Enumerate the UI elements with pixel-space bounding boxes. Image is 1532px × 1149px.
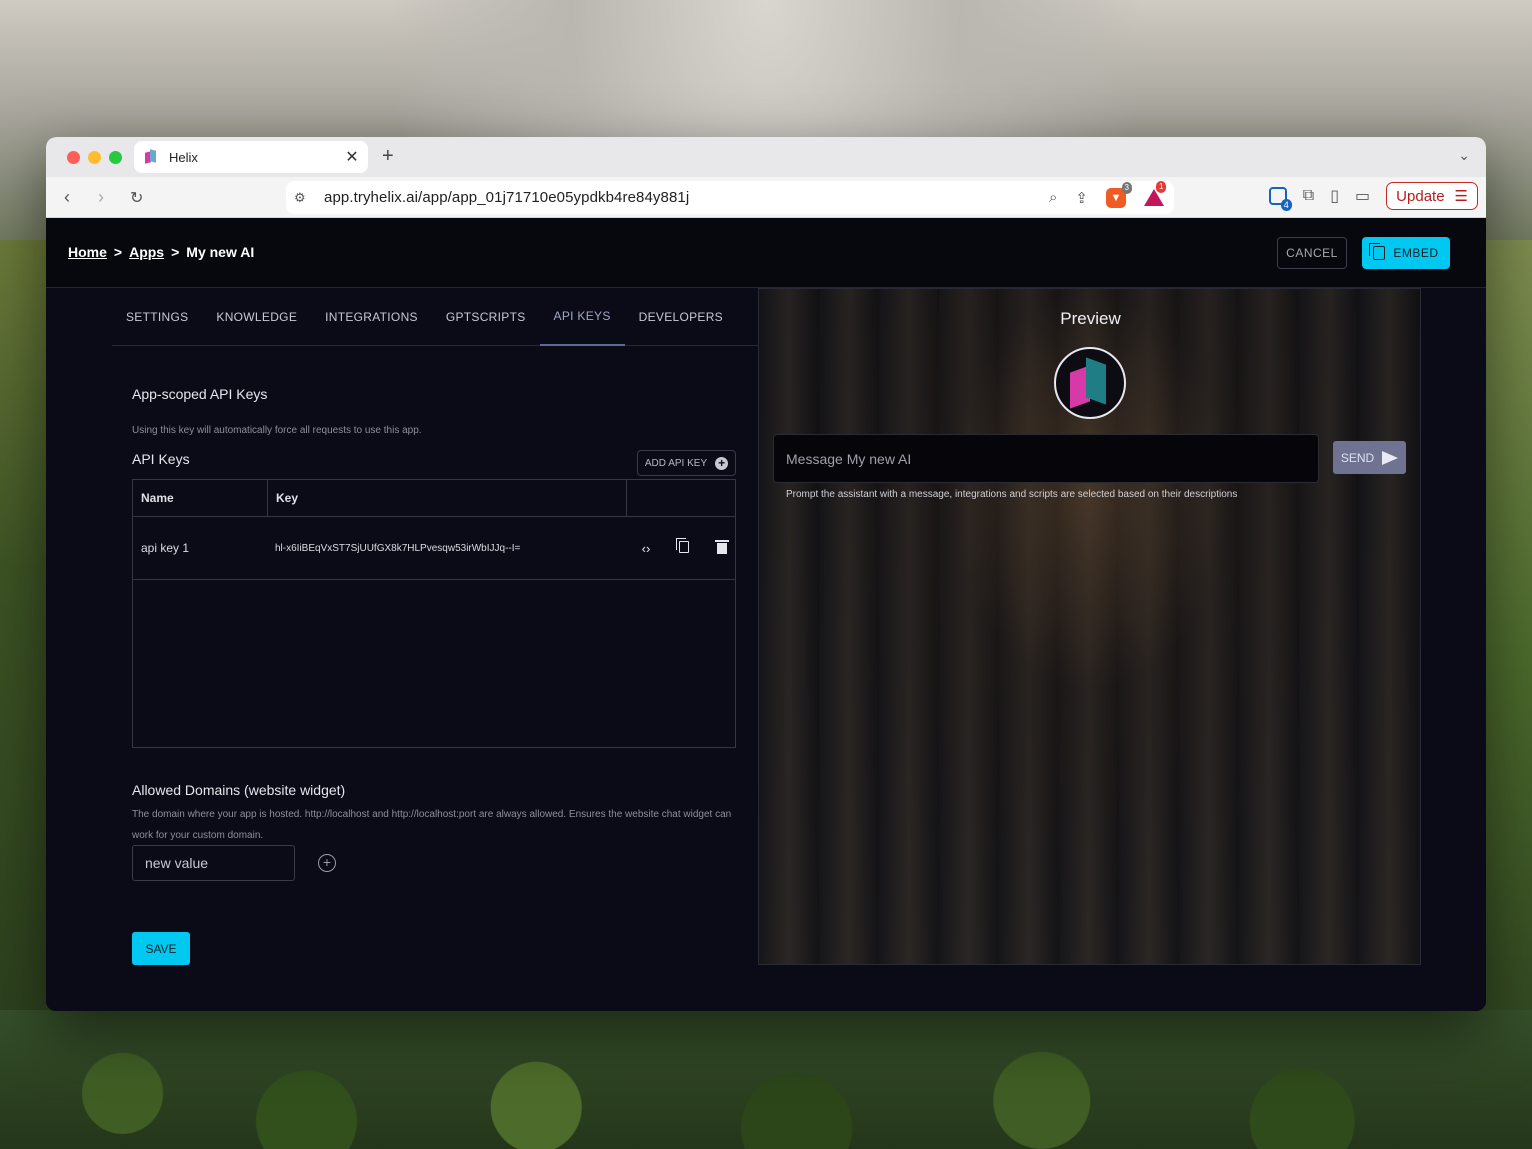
tab-settings[interactable]: SETTINGS <box>112 288 202 346</box>
breadcrumb-apps-link[interactable]: Apps <box>129 244 164 260</box>
helix-favicon-icon <box>144 150 158 164</box>
domain-input[interactable]: new value <box>132 845 295 881</box>
desktop-wallpaper-right <box>1482 240 1532 1060</box>
app-header: Home > Apps > My new AI CANCEL EMBED <box>46 218 1486 288</box>
browser-window: Helix ✕ + ⌄ ‹ › ↻ ⚙ app.tryhelix.ai/app/… <box>46 137 1486 1011</box>
table-header: Name Key <box>133 480 735 517</box>
share-icon[interactable]: ⇪ <box>1075 189 1088 207</box>
prompt-hint: Prompt the assistant with a message, int… <box>786 489 1238 500</box>
breadcrumb-separator: > <box>171 244 180 260</box>
back-arrow-icon[interactable]: ‹ <box>64 187 70 208</box>
tab-integrations[interactable]: INTEGRATIONS <box>311 288 432 346</box>
allowed-domains-title: Allowed Domains (website widget) <box>132 782 346 798</box>
extension-count-badge: 4 <box>1280 199 1292 211</box>
brave-rewards-icon[interactable]: 1 <box>1144 181 1167 206</box>
copy-icon <box>1369 243 1386 260</box>
address-bar[interactable]: ⚙ app.tryhelix.ai/app/app_01j71710e05ypd… <box>286 181 1174 214</box>
column-header-name: Name <box>133 480 268 516</box>
row-actions: ‹› <box>628 537 730 557</box>
tab-knowledge[interactable]: KNOWLEDGE <box>202 288 311 346</box>
update-button[interactable]: Update ☰ <box>1386 182 1478 210</box>
send-arrow-icon <box>1382 450 1399 465</box>
column-header-actions <box>627 480 635 516</box>
app-avatar <box>1054 347 1126 419</box>
cancel-button[interactable]: CANCEL <box>1277 237 1347 269</box>
site-settings-icon[interactable]: ⚙ <box>294 190 310 206</box>
update-label: Update <box>1396 187 1445 205</box>
preview-panel: Preview Message My new AI SEND Prompt th… <box>758 288 1421 965</box>
rewards-count-badge: 1 <box>1156 181 1167 193</box>
save-button[interactable]: SAVE <box>132 932 190 965</box>
api-keys-table: Name Key api key 1 hl-x6IiBEqVxST7SjUUfG… <box>132 479 736 748</box>
delete-key-button[interactable] <box>714 539 730 557</box>
tab-title: Helix <box>169 149 198 165</box>
send-button[interactable]: SEND <box>1333 441 1406 474</box>
new-tab-button[interactable]: + <box>382 145 394 168</box>
menu-icon: ☰ <box>1454 188 1468 205</box>
api-key-name: api key 1 <box>141 541 190 555</box>
browser-tabbar: Helix ✕ + ⌄ <box>46 137 1486 177</box>
breadcrumb-separator: > <box>113 244 123 260</box>
api-keys-description: Using this key will automatically force … <box>132 425 422 436</box>
code-embed-icon[interactable]: ‹› <box>638 541 654 556</box>
sidebar-toggle-icon[interactable]: ▯ <box>1330 186 1339 206</box>
settings-tabs: SETTINGS KNOWLEDGE INTEGRATIONS GPTSCRIP… <box>112 288 759 346</box>
shields-count-badge: 3 <box>1121 181 1132 194</box>
extension-icon[interactable]: 4 <box>1268 187 1292 211</box>
copy-icon <box>676 537 689 553</box>
reload-icon[interactable]: ↻ <box>130 188 143 208</box>
breadcrumb: Home > Apps > My new AI <box>68 244 254 260</box>
table-row: api key 1 hl-x6IiBEqVxST7SjUUfGX8k7HLPve… <box>133 517 735 580</box>
add-api-key-button[interactable]: ADD API KEY + <box>637 450 736 476</box>
api-key-value: hl-x6IiBEqVxST7SjUUfGX8k7HLPvesqw53irWbI… <box>275 542 521 554</box>
browser-tab[interactable]: Helix ✕ <box>134 141 368 173</box>
add-circle-icon: + <box>715 456 729 470</box>
forward-arrow-icon[interactable]: › <box>98 187 104 208</box>
tab-api-keys[interactable]: API KEYS <box>539 288 625 346</box>
url-text: app.tryhelix.ai/app/app_01j71710e05ypdkb… <box>324 189 690 206</box>
embed-label: EMBED <box>1393 246 1439 260</box>
breadcrumb-current: My new AI <box>186 244 255 260</box>
message-input[interactable]: Message My new AI <box>773 434 1319 483</box>
extensions-puzzle-icon[interactable]: ⧉ <box>1303 187 1314 205</box>
breadcrumb-home-link[interactable]: Home <box>68 244 107 260</box>
embed-button[interactable]: EMBED <box>1362 237 1450 269</box>
settings-panel: SETTINGS KNOWLEDGE INTEGRATIONS GPTSCRIP… <box>112 288 759 968</box>
window-controls <box>67 150 122 164</box>
app-content: SETTINGS KNOWLEDGE INTEGRATIONS GPTSCRIP… <box>46 288 1486 1011</box>
tab-gptscripts[interactable]: GPTSCRIPTS <box>432 288 540 346</box>
browser-toolbar: ‹ › ↻ ⚙ app.tryhelix.ai/app/app_01j71710… <box>46 177 1486 218</box>
column-header-key: Key <box>268 480 627 516</box>
allowed-domains-description: The domain where your app is hosted. htt… <box>132 809 732 841</box>
api-keys-section-title: App-scoped API Keys <box>132 386 268 402</box>
wallet-icon[interactable]: ▭ <box>1355 186 1370 206</box>
trash-icon <box>715 539 729 554</box>
tab-list-chevron-icon[interactable]: ⌄ <box>1458 147 1470 164</box>
desktop-wallpaper-trees <box>0 1010 1532 1149</box>
close-window-button[interactable] <box>67 150 80 164</box>
brave-shields-icon[interactable]: ▼ 3 <box>1106 181 1132 208</box>
copy-key-button[interactable] <box>676 537 692 556</box>
maximize-window-button[interactable] <box>109 150 122 164</box>
zoom-icon[interactable]: ⌕ <box>1049 189 1057 206</box>
api-keys-list-title: API Keys <box>132 451 190 467</box>
add-domain-button[interactable]: + <box>318 854 336 872</box>
send-label: SEND <box>1340 450 1375 465</box>
preview-title: Preview <box>1060 309 1121 328</box>
minimize-window-button[interactable] <box>88 150 101 164</box>
add-api-key-label: ADD API KEY <box>644 457 708 469</box>
tab-developers[interactable]: DEVELOPERS <box>625 288 737 346</box>
tab-close-icon[interactable]: ✕ <box>342 147 362 167</box>
